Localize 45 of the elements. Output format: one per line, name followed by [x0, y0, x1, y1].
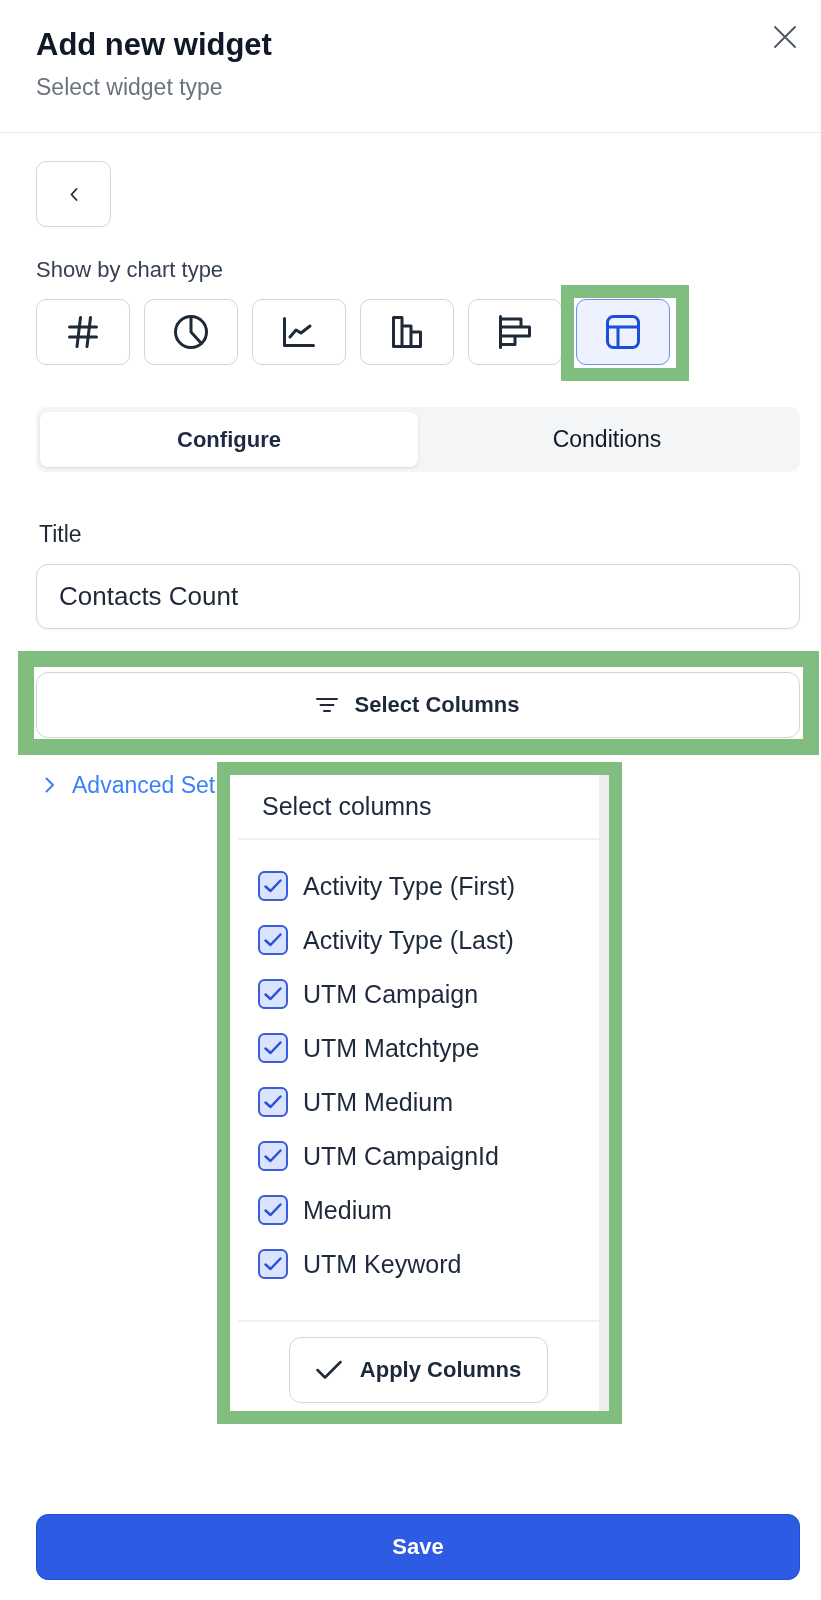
select-columns-button[interactable]: Select Columns [36, 672, 800, 738]
filter-icon [316, 697, 339, 713]
column-label: Medium [303, 1195, 392, 1225]
tab[interactable]: Configure [40, 412, 418, 467]
dialog-subtitle: Select widget type [36, 74, 224, 100]
chart-type-button[interactable] [252, 299, 346, 365]
checkbox[interactable] [258, 1141, 288, 1171]
chart-type-button[interactable] [144, 299, 238, 365]
dialog-title: Add new widget [36, 28, 272, 62]
hash-icon [68, 316, 98, 348]
column-label: Activity Type (First) [303, 871, 516, 901]
checkbox[interactable] [258, 925, 288, 955]
checkbox[interactable] [258, 1087, 288, 1117]
column-label: UTM Keyword [303, 1249, 462, 1279]
apply-columns-button[interactable]: Apply Columns [289, 1337, 548, 1403]
chevron-right-icon [45, 777, 55, 793]
bar-chart-icon [392, 316, 422, 348]
chevron-left-icon [69, 187, 78, 201]
column-label: UTM Matchtype [303, 1033, 480, 1063]
column-label: UTM Campaign [303, 979, 479, 1009]
chart-type-button[interactable] [576, 299, 670, 365]
tab[interactable]: Conditions [418, 412, 796, 467]
title-input[interactable]: Contacts Count [36, 564, 800, 629]
column-label: Activity Type (Last) [303, 925, 514, 955]
checkbox[interactable] [258, 1033, 288, 1063]
section-label: Show by chart type [36, 258, 224, 282]
save-button[interactable]: Save [36, 1514, 800, 1580]
check-icon [315, 1360, 342, 1380]
picker-title: Select columns [262, 792, 432, 821]
checkbox[interactable] [258, 1249, 288, 1279]
table-icon [606, 315, 640, 349]
column-label: UTM Medium [303, 1087, 453, 1117]
checkbox[interactable] [258, 979, 288, 1009]
advanced-settings-link[interactable]: Advanced Set [36, 772, 216, 798]
field-label: Title [38, 521, 82, 547]
horizontal-bar-chart-icon [499, 315, 531, 349]
chart-type-button[interactable] [360, 299, 454, 365]
chart-type-button[interactable] [468, 299, 562, 365]
pie-chart-icon [174, 315, 208, 349]
chart-type-button[interactable] [36, 299, 130, 365]
close-icon[interactable] [774, 26, 796, 48]
column-label: UTM CampaignId [303, 1141, 499, 1171]
checkbox[interactable] [258, 1195, 288, 1225]
line-chart-icon [283, 317, 315, 347]
checkbox[interactable] [258, 871, 288, 901]
